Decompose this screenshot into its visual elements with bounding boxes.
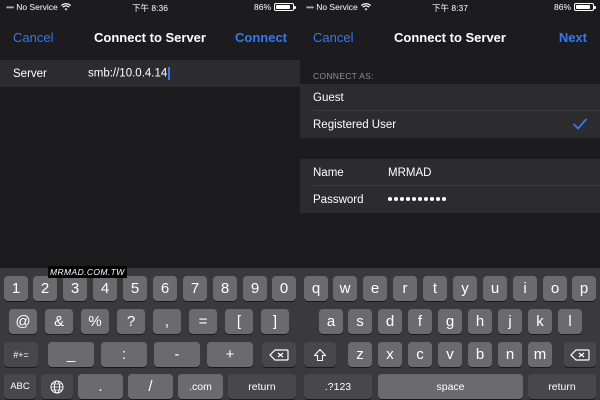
battery-percent: 86% [553,2,571,12]
key-open-bracket[interactable]: [ [225,309,253,334]
key-f[interactable]: f [408,309,432,334]
key-u[interactable]: u [483,276,507,301]
key-v[interactable]: v [438,342,462,367]
checkmark-icon [573,118,587,130]
backspace-key[interactable] [262,342,296,367]
option-guest[interactable]: Guest [300,84,600,111]
key-6[interactable]: 6 [153,276,177,301]
numbers-toggle-key[interactable]: .?123 [304,374,372,399]
key-at[interactable]: @ [9,309,37,334]
nav-bar: Cancel Connect to Server Connect [0,14,300,60]
numeric-keyboard: 1 2 3 4 5 6 7 8 9 0 @ & % ? , = [ ] #+= … [0,268,300,400]
key-underscore[interactable]: _ [48,342,94,367]
key-question[interactable]: ? [117,309,145,334]
key-plus[interactable]: + [207,342,253,367]
next-button[interactable]: Next [559,30,587,45]
name-row[interactable]: Name MRMAD [300,159,600,186]
key-8[interactable]: 8 [213,276,237,301]
key-0[interactable]: 0 [272,276,296,301]
server-label: Server [13,67,47,80]
server-input-value: smb://10.0.4.14 [88,67,168,80]
battery-percent: 86% [253,2,271,12]
name-label: Name [313,166,344,179]
key-slash[interactable]: / [128,374,173,399]
key-r[interactable]: r [393,276,417,301]
backspace-icon [570,348,590,361]
key-y[interactable]: y [453,276,477,301]
key-o[interactable]: o [543,276,567,301]
key-period[interactable]: . [78,374,123,399]
option-registered-user[interactable]: Registered User [300,111,600,138]
backspace-icon [269,348,289,361]
key-equals[interactable]: = [189,309,217,334]
space-key[interactable]: space [378,374,523,399]
key-1[interactable]: 1 [4,276,28,301]
key-dotcom[interactable]: .com [178,374,223,399]
key-2[interactable]: 2 [33,276,57,301]
globe-icon [50,380,64,393]
battery-icon [274,3,296,11]
symbols-toggle-key[interactable]: #+= [4,342,38,367]
key-b[interactable]: b [468,342,492,367]
key-q[interactable]: q [304,276,328,301]
text-cursor [168,67,170,80]
return-key[interactable]: return [528,374,596,399]
key-g[interactable]: g [438,309,462,334]
key-t[interactable]: t [423,276,447,301]
return-key[interactable]: return [228,374,296,399]
alpha-keyboard: q w e r t y u i o p a s d f g h j k l z … [300,268,600,400]
option-registered-user-label: Registered User [313,118,397,131]
key-i[interactable]: i [513,276,537,301]
status-bar: •••• No Service 下午 8:37 86% [300,0,600,14]
key-h[interactable]: h [468,309,492,334]
key-d[interactable]: d [378,309,402,334]
left-screen: •••• No Service 下午 8:36 86% Cancel Conne… [0,0,300,400]
key-c[interactable]: c [408,342,432,367]
name-field[interactable]: MRMAD [388,167,431,179]
abc-key[interactable]: ABC [4,374,36,399]
backspace-key[interactable] [564,342,596,367]
key-k[interactable]: k [528,309,552,334]
key-j[interactable]: j [498,309,522,334]
key-w[interactable]: w [333,276,357,301]
key-s[interactable]: s [348,309,372,334]
key-colon[interactable]: : [101,342,147,367]
nav-bar: Cancel Connect to Server Next [300,14,600,60]
key-p[interactable]: p [572,276,596,301]
key-m[interactable]: m [528,342,552,367]
globe-key[interactable] [41,374,73,399]
key-n[interactable]: n [498,342,522,367]
server-row[interactable]: Server smb://10.0.4.14 [0,60,300,87]
shift-icon [313,348,327,361]
key-l[interactable]: l [558,309,582,334]
key-close-bracket[interactable]: ] [261,309,289,334]
key-z[interactable]: z [348,342,372,367]
key-comma[interactable]: , [153,309,181,334]
status-bar: •••• No Service 下午 8:36 86% [0,0,300,14]
key-a[interactable]: a [319,309,343,334]
watermark: MRMAD.COM.TW [48,266,127,278]
battery-icon [574,3,596,11]
key-minus[interactable]: - [154,342,200,367]
right-screen: •••• No Service 下午 8:37 86% Cancel Conne… [300,0,600,400]
key-3[interactable]: 3 [63,276,87,301]
page-title: Connect to Server [394,30,506,45]
password-row[interactable]: Password [300,186,600,213]
key-9[interactable]: 9 [243,276,267,301]
password-field[interactable] [388,194,448,206]
key-5[interactable]: 5 [123,276,147,301]
server-input[interactable]: smb://10.0.4.14 [88,67,170,80]
connect-as-header: CONNECT AS: [313,71,374,81]
key-e[interactable]: e [363,276,387,301]
connect-button[interactable]: Connect [235,30,287,45]
key-ampersand[interactable]: & [45,309,73,334]
key-x[interactable]: x [378,342,402,367]
key-percent[interactable]: % [81,309,109,334]
option-guest-label: Guest [313,91,344,104]
key-4[interactable]: 4 [93,276,117,301]
key-7[interactable]: 7 [183,276,207,301]
shift-key[interactable] [304,342,336,367]
password-label: Password [313,193,364,206]
